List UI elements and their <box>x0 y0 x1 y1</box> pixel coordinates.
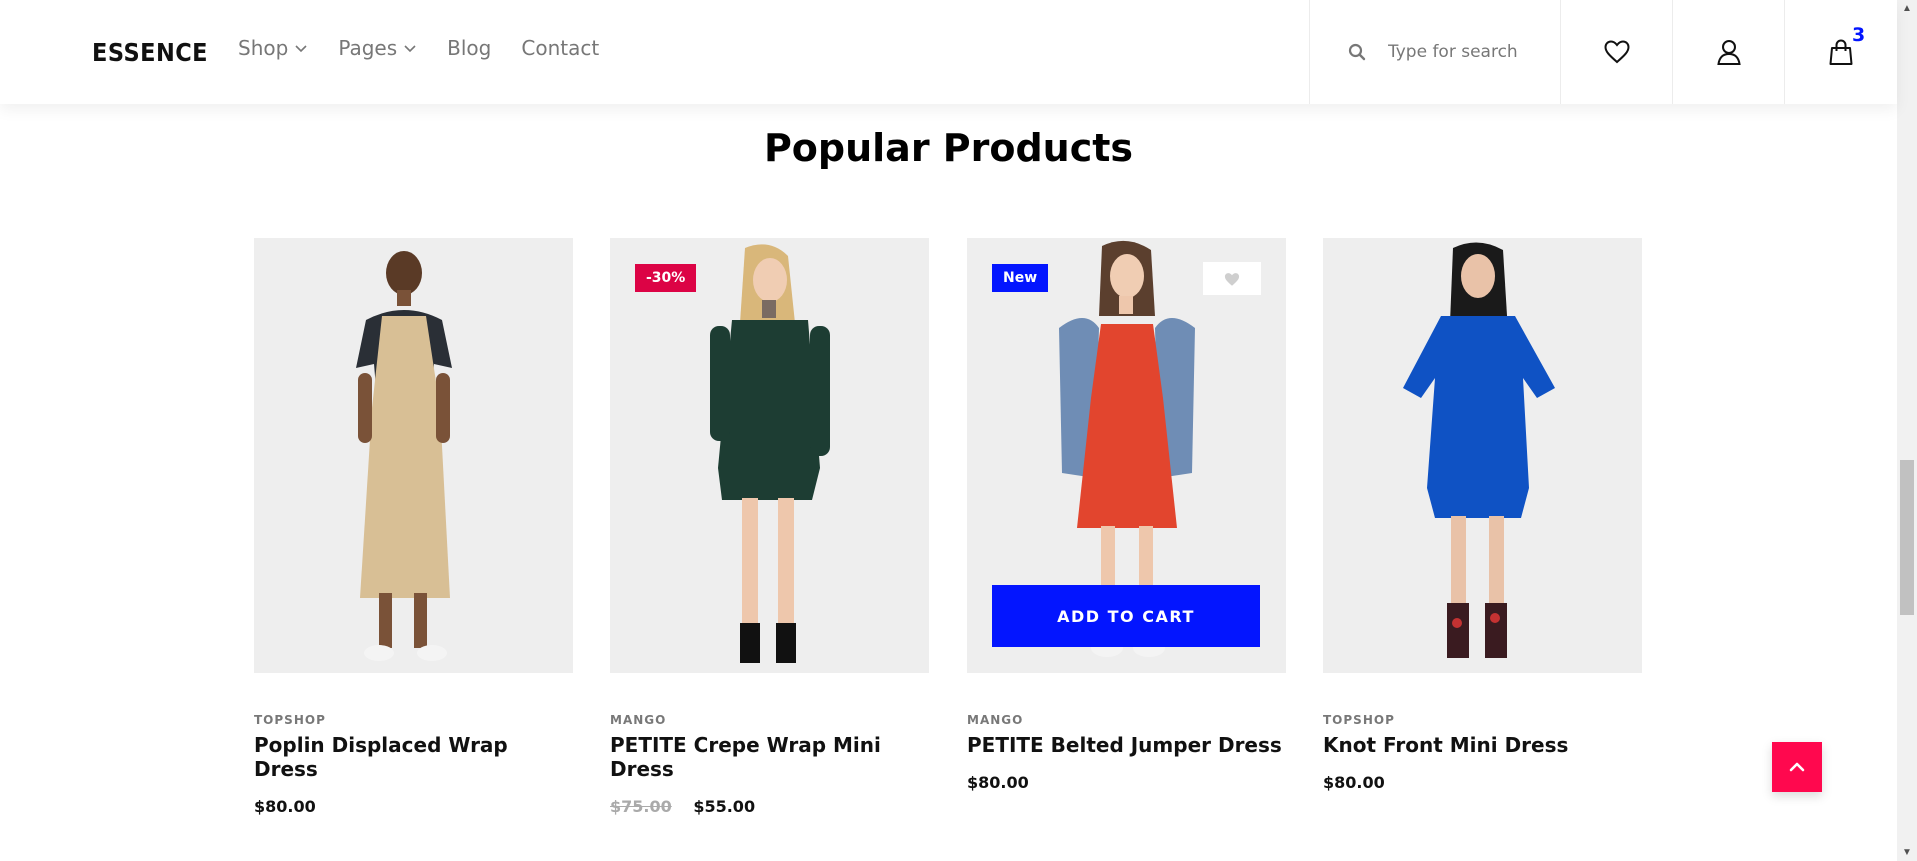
add-to-cart-button[interactable]: ADD TO CART <box>992 585 1260 647</box>
product-brand: TOPSHOP <box>254 713 326 727</box>
nav-shop[interactable]: Shop <box>238 36 308 60</box>
product-brand: MANGO <box>967 713 1024 727</box>
product-name[interactable]: Poplin Displaced Wrap Dress <box>254 733 573 781</box>
page-scrollbar[interactable]: ▲ ▼ <box>1897 0 1917 861</box>
product-image[interactable] <box>254 238 573 673</box>
product-price: $80.00 <box>254 797 573 816</box>
user-icon <box>1717 40 1741 65</box>
chevron-down-icon <box>295 45 307 53</box>
nav-contact-label: Contact <box>521 36 600 60</box>
nav-blog-label: Blog <box>447 36 492 60</box>
model-figure <box>356 251 452 661</box>
scrollbar-thumb[interactable] <box>1900 460 1914 615</box>
search-input[interactable] <box>1386 41 1550 63</box>
product-price: $75.00 $55.00 <box>610 797 929 816</box>
product-current-price: $80.00 <box>1323 773 1385 792</box>
heart-icon <box>1604 40 1630 64</box>
cart-button[interactable] <box>1784 0 1897 104</box>
cart-count-badge: 3 <box>1852 24 1866 46</box>
product-name[interactable]: PETITE Crepe Wrap Mini Dress <box>610 733 929 781</box>
search-icon[interactable] <box>1348 43 1366 61</box>
nav-contact[interactable]: Contact <box>521 36 599 60</box>
dress-shape <box>1403 316 1555 518</box>
search-box <box>1309 0 1561 104</box>
product-brand: MANGO <box>610 713 667 727</box>
product-image[interactable]: New ADD TO CART <box>967 238 1286 673</box>
product-card[interactable]: New ADD TO CART MANGO PETITE Belted Jump… <box>967 238 1286 792</box>
chevron-up-icon <box>1789 762 1805 772</box>
scroll-down-arrow-icon[interactable]: ▼ <box>1897 844 1917 861</box>
nav-pages[interactable]: Pages <box>338 36 417 60</box>
favorite-button[interactable] <box>1203 262 1261 295</box>
main-nav: Shop Pages Blog Contact <box>238 36 629 60</box>
product-old-price: $75.00 <box>610 797 672 816</box>
back-to-top-button[interactable] <box>1772 742 1822 792</box>
wishlist-button[interactable] <box>1560 0 1673 104</box>
chevron-down-icon <box>404 45 416 53</box>
product-image[interactable]: -30% <box>610 238 929 673</box>
product-price: $80.00 <box>967 773 1286 792</box>
nav-pages-label: Pages <box>338 36 398 60</box>
nav-blog[interactable]: Blog <box>447 36 491 60</box>
model-figure <box>1403 242 1555 658</box>
product-name[interactable]: Knot Front Mini Dress <box>1323 733 1642 757</box>
model-figure <box>710 244 830 663</box>
dress-shape <box>718 320 820 500</box>
account-button[interactable] <box>1672 0 1785 104</box>
section-title: Popular Products <box>763 126 1134 170</box>
nav-shop-label: Shop <box>238 36 289 60</box>
product-price: $80.00 <box>1323 773 1642 792</box>
product-image[interactable] <box>1323 238 1642 673</box>
site-header: ESSENCE Shop Pages Blog Contact Type for… <box>0 0 1897 104</box>
bag-icon <box>1829 39 1853 65</box>
product-current-price: $80.00 <box>254 797 316 816</box>
product-brand: TOPSHOP <box>1323 713 1395 727</box>
sale-badge: -30% <box>635 264 697 292</box>
product-card[interactable]: TOPSHOP Poplin Displaced Wrap Dress $80.… <box>254 238 573 816</box>
product-card[interactable]: -30% MANGO PETITE Crepe Wrap Mini Dress … <box>610 238 929 816</box>
scroll-up-arrow-icon[interactable]: ▲ <box>1897 0 1917 17</box>
site-logo[interactable]: ESSENCE <box>92 38 208 67</box>
product-current-price: $80.00 <box>967 773 1029 792</box>
product-card[interactable]: TOPSHOP Knot Front Mini Dress $80.00 <box>1323 238 1642 792</box>
product-name[interactable]: PETITE Belted Jumper Dress <box>967 733 1286 757</box>
product-current-price: $55.00 <box>693 797 756 816</box>
new-badge: New <box>992 264 1049 292</box>
heart-icon <box>1224 272 1240 286</box>
